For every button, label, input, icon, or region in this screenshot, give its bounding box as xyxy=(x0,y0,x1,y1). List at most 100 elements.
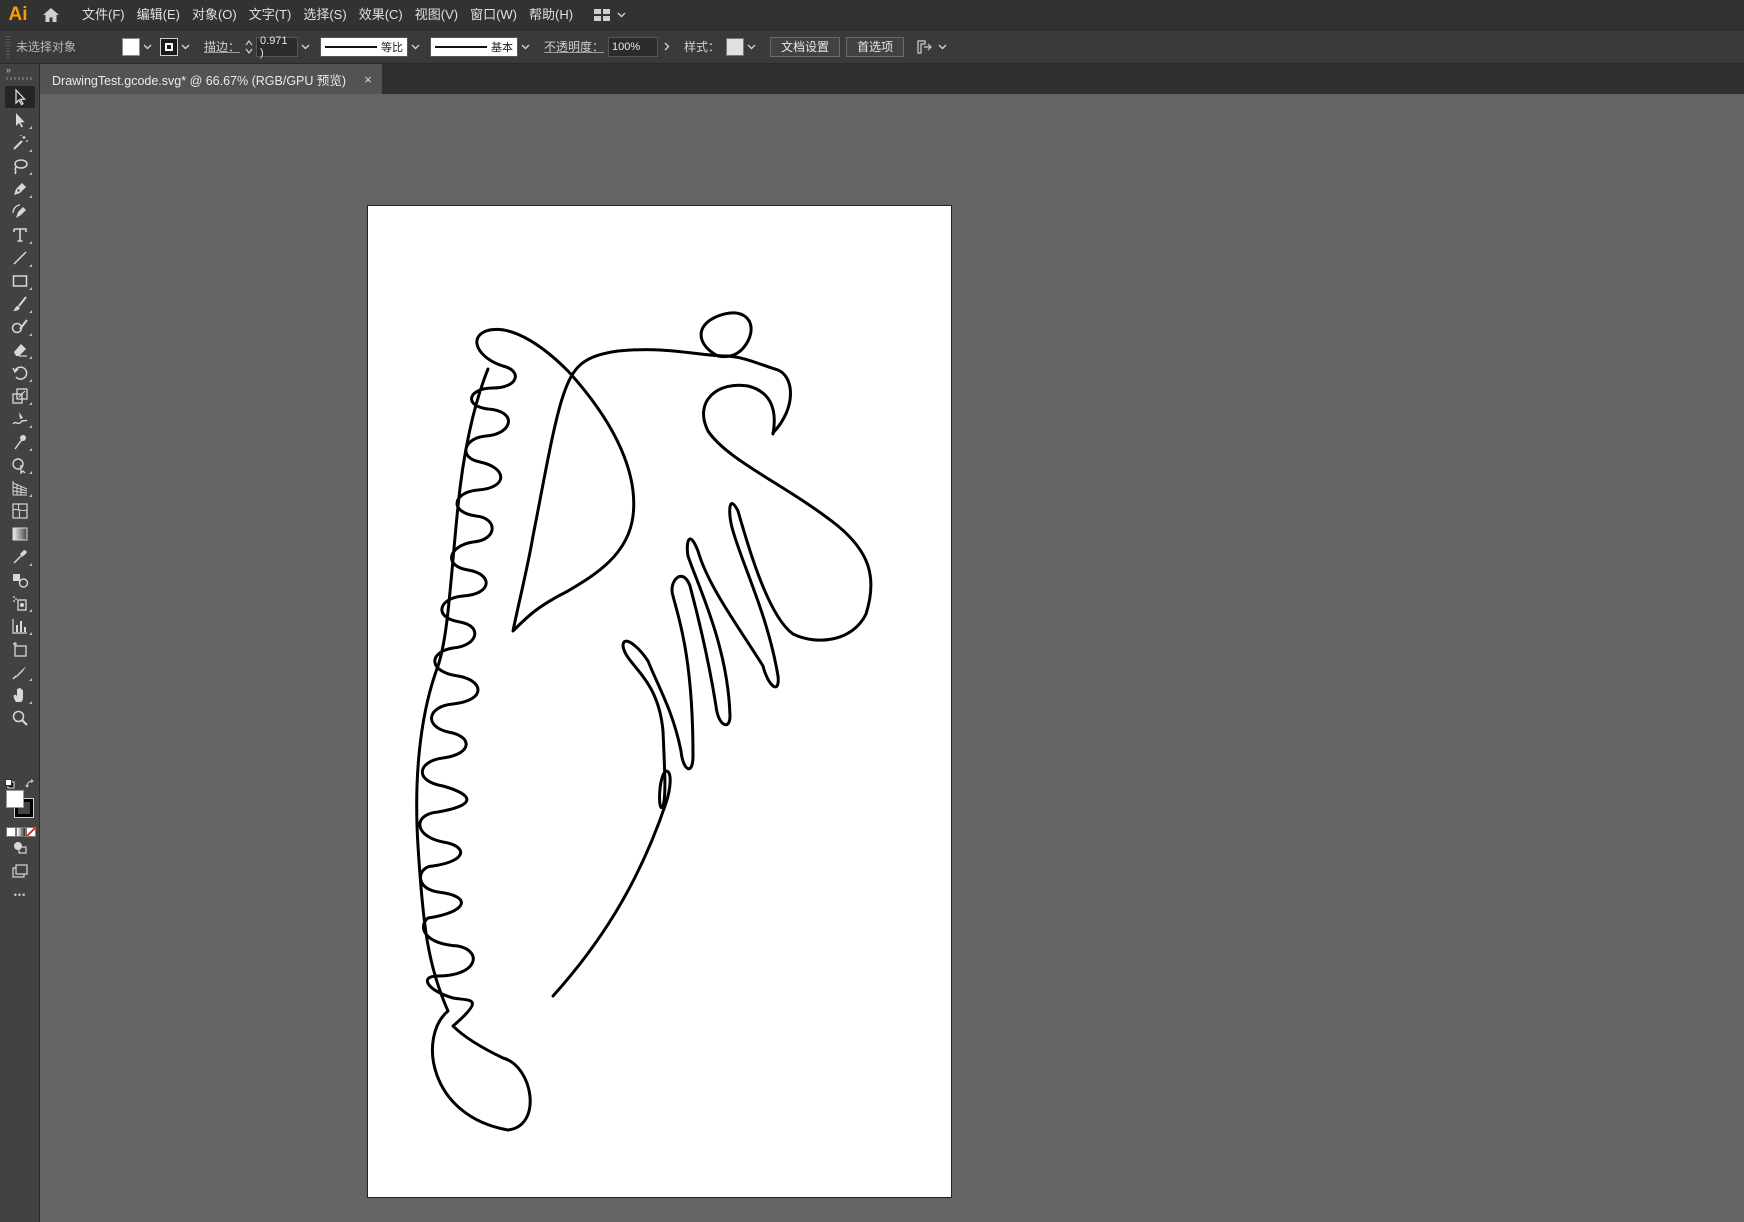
panel-grip[interactable] xyxy=(6,77,32,80)
stroke-dropdown-icon[interactable] xyxy=(178,44,192,50)
lasso-tool-icon xyxy=(14,159,28,175)
stroke-weight-stepper-icon[interactable] xyxy=(244,39,254,55)
eyedropper-tool[interactable] xyxy=(5,546,35,568)
mesh-tool-icon xyxy=(12,503,28,519)
symbol-sprayer-tool[interactable] xyxy=(5,592,35,614)
opacity-label[interactable]: 不透明度： xyxy=(544,38,604,55)
preferences-button[interactable]: 首选项 xyxy=(846,36,905,57)
top-loop-path xyxy=(699,311,753,359)
gradient-tool-icon xyxy=(12,527,28,541)
menu-view[interactable]: 视图(V) xyxy=(409,0,464,29)
line-segment-tool[interactable] xyxy=(5,247,35,269)
fill-color-swatch[interactable] xyxy=(6,790,24,808)
slice-tool-icon xyxy=(12,666,26,680)
document-setup-button[interactable]: 文档设置 xyxy=(770,36,841,57)
eraser-tool[interactable] xyxy=(5,339,35,361)
menu-type[interactable]: 文字(T) xyxy=(243,0,298,29)
warp-tool[interactable] xyxy=(5,408,35,430)
fill-swatch[interactable] xyxy=(122,37,140,56)
pen-tool[interactable] xyxy=(5,178,35,200)
workspace-switcher[interactable] xyxy=(593,8,626,22)
menu-file[interactable]: 文件(F) xyxy=(76,0,131,29)
shaper-tool[interactable] xyxy=(5,316,35,338)
artboard-tool-icon xyxy=(13,642,27,657)
puppet-warp-tool[interactable] xyxy=(5,431,35,453)
menu-window[interactable]: 窗口(W) xyxy=(464,0,523,29)
direct-selection-tool-icon xyxy=(16,113,25,128)
selection-status: 未选择对象 xyxy=(16,40,77,54)
curvature-tool[interactable] xyxy=(5,201,35,223)
graphic-style-swatch[interactable] xyxy=(726,37,745,56)
slice-tool[interactable] xyxy=(5,661,35,683)
menu-effect[interactable]: 效果(C) xyxy=(353,0,409,29)
brush-definition[interactable]: 基本 xyxy=(430,36,519,57)
draw-normal-icon xyxy=(14,842,27,854)
style-label: 样式： xyxy=(684,40,721,54)
blend-tool[interactable] xyxy=(5,569,35,591)
default-fill-stroke-icon[interactable] xyxy=(5,776,15,789)
magic-wand-tool-icon xyxy=(13,135,28,150)
canvas[interactable] xyxy=(40,94,1744,1222)
scale-tool[interactable] xyxy=(5,385,35,407)
stroke-weight-dropdown-icon[interactable] xyxy=(298,44,312,50)
profile-preview xyxy=(325,45,378,48)
shape-builder-tool[interactable] xyxy=(5,454,35,476)
collapse-panel-icon[interactable]: » xyxy=(6,65,11,75)
close-icon[interactable]: × xyxy=(360,71,376,87)
opacity-field[interactable]: 100% xyxy=(608,36,659,57)
type-tool[interactable] xyxy=(5,224,35,246)
chevron-down-icon xyxy=(617,12,626,17)
shape-builder-tool-icon xyxy=(12,458,26,474)
symbol-sprayer-tool-icon xyxy=(13,596,27,611)
edit-toolbar-button[interactable]: ••• xyxy=(0,890,40,900)
artboard-tool[interactable] xyxy=(5,638,35,660)
brush-dropdown-icon[interactable] xyxy=(518,44,532,50)
rotate-tool[interactable] xyxy=(5,362,35,384)
selection-tool[interactable] xyxy=(5,86,35,108)
warp-tool-icon xyxy=(12,412,28,425)
document-tab[interactable]: DrawingTest.gcode.svg* @ 66.67% (RGB/GPU… xyxy=(40,64,382,94)
menu-help[interactable]: 帮助(H) xyxy=(523,0,579,29)
magic-wand-tool[interactable] xyxy=(5,132,35,154)
selection-tool-icon xyxy=(15,88,27,106)
stroke-label[interactable]: 描边： xyxy=(204,38,240,55)
column-graph-tool-icon xyxy=(12,619,27,634)
perspective-grid-tool[interactable] xyxy=(5,477,35,499)
artboard[interactable] xyxy=(367,205,952,1198)
column-graph-tool[interactable] xyxy=(5,615,35,637)
gradient-tool[interactable] xyxy=(5,523,35,545)
control-bar: 未选择对象 描边： 0.971 ) 等比 基本 不透明度： 100% 样式： 文… xyxy=(0,30,1744,64)
style-dropdown-icon[interactable] xyxy=(744,44,758,50)
opacity-expand-icon[interactable] xyxy=(660,42,674,51)
stroke-swatch[interactable] xyxy=(160,37,178,56)
menu-object[interactable]: 对象(O) xyxy=(186,0,243,29)
menu-edit[interactable]: 编辑(E) xyxy=(131,0,186,29)
direct-selection-tool[interactable] xyxy=(5,109,35,131)
lasso-tool[interactable] xyxy=(5,155,35,177)
eraser-tool-icon xyxy=(14,344,27,357)
arrange-documents-icon[interactable] xyxy=(916,39,947,55)
stroke-weight-field[interactable]: 0.971 ) xyxy=(256,35,299,59)
right-curve-path xyxy=(551,383,873,998)
screen-mode-tool[interactable] xyxy=(5,860,35,882)
swap-fill-stroke-icon[interactable] xyxy=(25,776,35,788)
menu-select[interactable]: 选择(S) xyxy=(297,0,352,29)
paintbrush-tool[interactable] xyxy=(5,293,35,315)
drawing-mode-tool[interactable] xyxy=(5,836,35,858)
single-line-drawing[interactable] xyxy=(368,206,953,1199)
home-icon[interactable] xyxy=(36,0,66,29)
app-logo: Ai xyxy=(8,3,28,25)
variable-width-profile[interactable]: 等比 xyxy=(320,36,409,57)
type-tool-icon xyxy=(13,228,27,242)
profile-dropdown-icon[interactable] xyxy=(408,44,422,50)
control-bar-grip[interactable] xyxy=(6,35,10,58)
perspective-grid-tool-icon xyxy=(12,481,28,496)
fill-dropdown-icon[interactable] xyxy=(140,44,154,50)
paintbrush-tool-icon xyxy=(13,296,27,311)
zoom-tool[interactable] xyxy=(5,707,35,729)
brush-label: 基本 xyxy=(491,41,514,54)
document-tab-strip: DrawingTest.gcode.svg* @ 66.67% (RGB/GPU… xyxy=(40,64,1744,94)
rectangle-tool[interactable] xyxy=(5,270,35,292)
hand-tool[interactable] xyxy=(5,684,35,706)
mesh-tool[interactable] xyxy=(5,500,35,522)
